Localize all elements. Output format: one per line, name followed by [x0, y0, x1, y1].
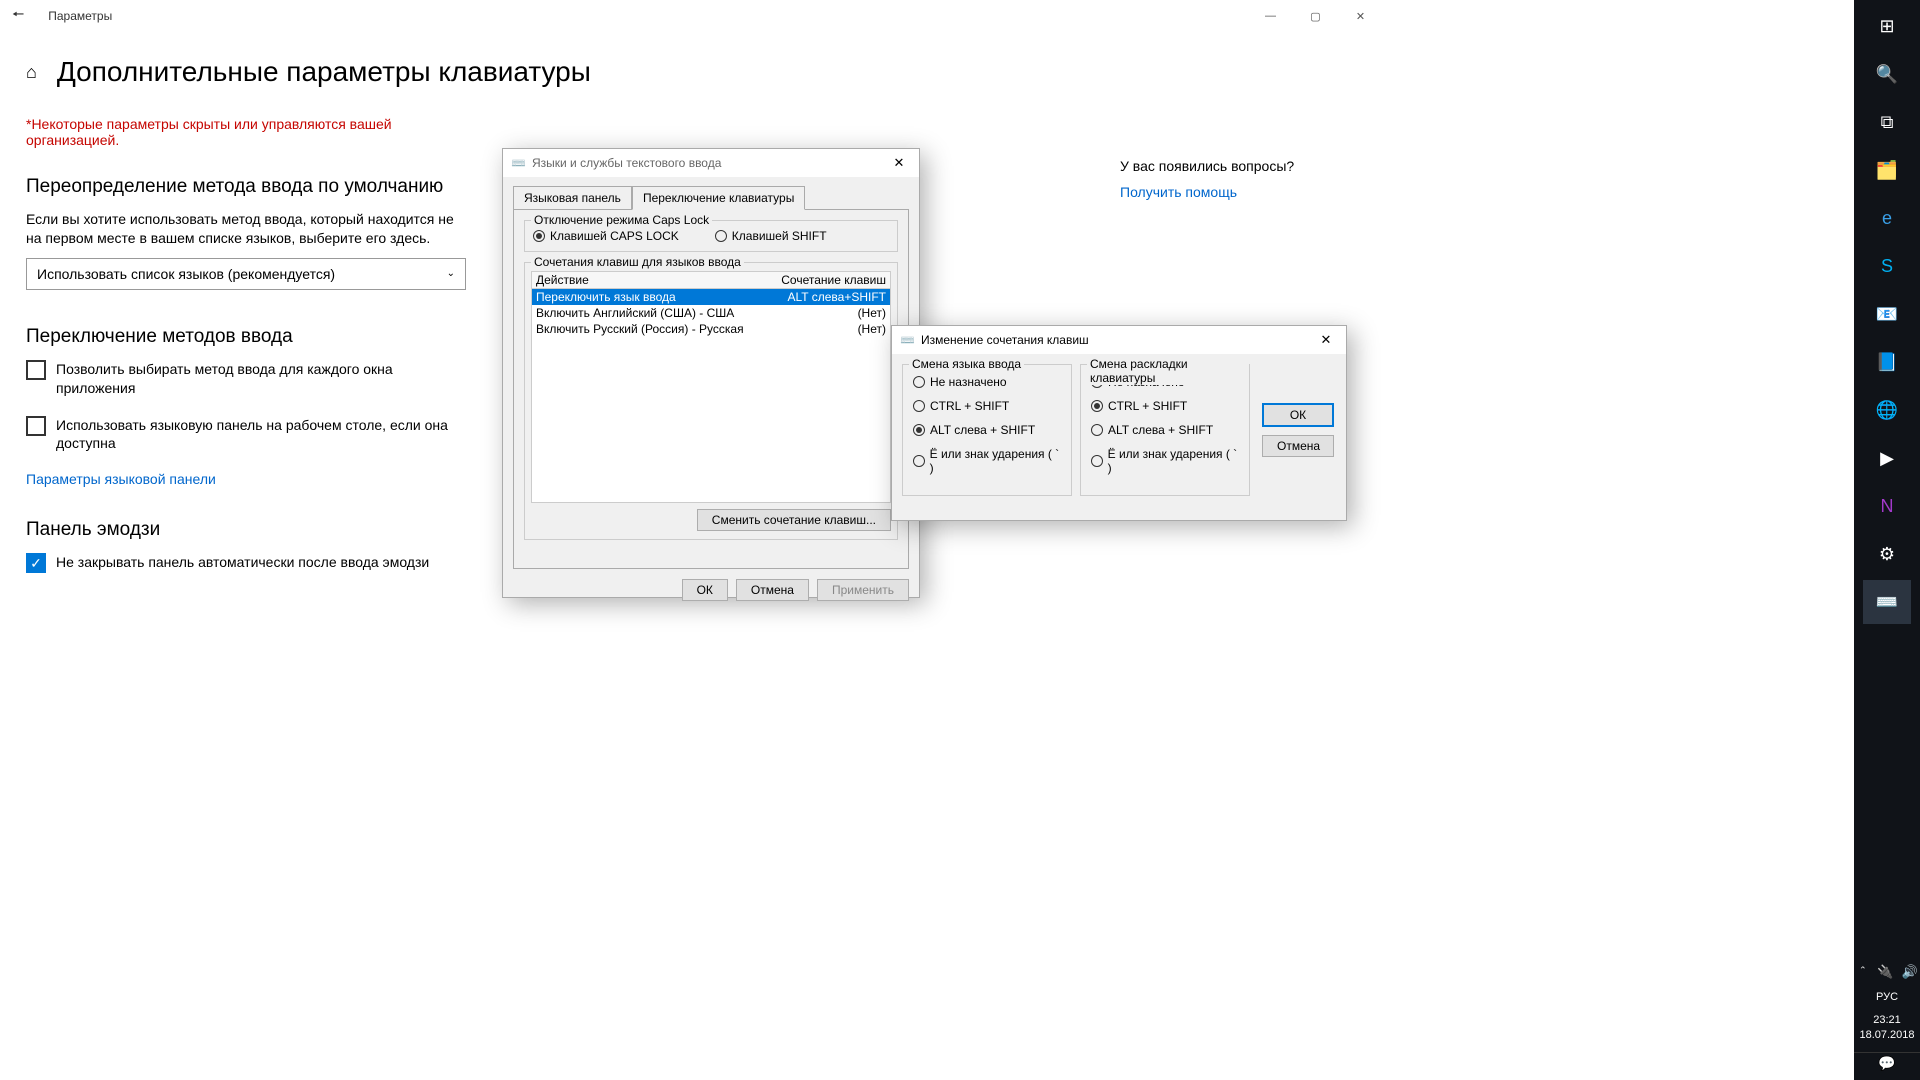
list-item: Переключить язык вводаALT слева+SHIFT	[532, 289, 890, 305]
tray-chevron-icon[interactable]: ＾	[1856, 964, 1869, 983]
tab-keyboard-switch[interactable]: Переключение клавиатуры	[632, 186, 805, 210]
edge-icon[interactable]: e	[1863, 196, 1911, 240]
main-content: *Некоторые параметры скрыты или управляю…	[26, 116, 466, 573]
col-shortcut: Сочетание клавиш	[781, 273, 886, 287]
chevron-down-icon: ⌄	[447, 268, 455, 279]
taskbar: ⊞ 🔍 ⧉ 🗂️ e S 📧 📘 🌐 ▶ N ⚙ ⌨️ ＾ 🔌 🔊 РУС 23…	[1854, 0, 1920, 1080]
dialog-tabs: Языковая панель Переключение клавиатуры	[513, 186, 919, 210]
tab-pane: Отключение режима Caps Lock Клавишей CAP…	[513, 209, 909, 569]
page-title: Дополнительные параметры клавиатуры	[57, 56, 591, 88]
dialog2-cancel-button[interactable]: Отмена	[1262, 435, 1334, 457]
keyboard-icon: ⌨️	[900, 333, 915, 347]
back-button[interactable]: 🠔	[12, 4, 24, 28]
tab-language-bar[interactable]: Языковая панель	[513, 186, 632, 210]
section-override-desc: Если вы хотите использовать метод ввода,…	[26, 210, 466, 248]
help-question: У вас появились вопросы?	[1120, 158, 1294, 174]
change-hotkey-dialog: ⌨️ Изменение сочетания клавиш ✕ Смена яз…	[891, 325, 1347, 521]
radio-lang-grave[interactable]	[913, 455, 925, 467]
onenote-icon[interactable]: N	[1863, 484, 1911, 528]
radio-lang-altshift[interactable]	[913, 424, 925, 436]
text-services-dialog: ⌨️ Языки и службы текстового ввода ✕ Язы…	[502, 148, 920, 598]
file-explorer-icon[interactable]: 🗂️	[1863, 148, 1911, 192]
help-panel: У вас появились вопросы? Получить помощь	[1120, 158, 1294, 200]
radio-lang-none[interactable]	[913, 376, 925, 388]
section-override-heading: Переопределение метода ввода по умолчани…	[26, 176, 466, 198]
hotkeys-header: Действие Сочетание клавиш	[531, 271, 891, 289]
checkbox-per-window[interactable]	[26, 360, 46, 380]
input-language-group: Смена языка ввода Не назначено CTRL + SH…	[902, 364, 1072, 496]
clock[interactable]: 23:21 18.07.2018	[1859, 1013, 1914, 1042]
radio-capslock-label: Клавишей CAPS LOCK	[550, 229, 679, 243]
hotkeys-group: Сочетания клавиш для языков ввода Действ…	[524, 262, 898, 540]
window-controls: — ▢ ✕	[1248, 0, 1383, 32]
dialog2-title: Изменение сочетания клавиш	[921, 333, 1089, 347]
default-input-combo[interactable]: Использовать список языков (рекомендуетс…	[26, 258, 466, 290]
list-item: Включить Английский (США) - США(Нет)	[532, 305, 890, 321]
checkbox-per-window-label: Позволить выбирать метод ввода для каждо…	[56, 360, 466, 398]
chrome-icon[interactable]: 🌐	[1863, 388, 1911, 432]
checkbox-language-bar-label: Использовать языковую панель на рабочем …	[56, 416, 466, 454]
maximize-button[interactable]: ▢	[1293, 0, 1338, 32]
dialog2-titlebar: ⌨️ Изменение сочетания клавиш ✕	[892, 326, 1346, 354]
keyboard-app-icon[interactable]: ⌨️	[1863, 580, 1911, 624]
layout-legend: Смена раскладки клавиатуры	[1087, 357, 1249, 385]
power-icon[interactable]: 🔌	[1877, 964, 1893, 983]
section-emoji-heading: Панель эмодзи	[26, 519, 466, 541]
keyboard-icon: ⌨️	[511, 156, 526, 170]
start-button[interactable]: ⊞	[1863, 4, 1911, 48]
skype-icon[interactable]: S	[1863, 244, 1911, 288]
hotkeys-list[interactable]: Переключить язык вводаALT слева+SHIFT Вк…	[531, 289, 891, 503]
minimize-button[interactable]: —	[1248, 0, 1293, 32]
radio-capslock[interactable]	[533, 230, 545, 242]
help-link[interactable]: Получить помощь	[1120, 184, 1294, 200]
input-language-legend: Смена языка ввода	[909, 357, 1024, 371]
radio-layout-ctrlshift[interactable]	[1091, 400, 1103, 412]
ok-button[interactable]: ОК	[682, 579, 728, 601]
radio-lang-ctrlshift[interactable]	[913, 400, 925, 412]
search-icon[interactable]: 🔍	[1863, 52, 1911, 96]
combo-value: Использовать список языков (рекомендуетс…	[37, 266, 335, 282]
checkbox-emoji-autoclose[interactable]: ✓	[26, 553, 46, 573]
settings-icon[interactable]: ⚙	[1863, 532, 1911, 576]
notes-icon[interactable]: 📘	[1863, 340, 1911, 384]
task-view-icon[interactable]: ⧉	[1863, 100, 1911, 144]
action-center-icon[interactable]: 💬	[1854, 1052, 1920, 1074]
change-hotkey-button[interactable]: Сменить сочетание клавиш...	[697, 509, 891, 531]
close-button[interactable]: ✕	[1338, 0, 1383, 32]
radio-layout-grave[interactable]	[1091, 455, 1103, 467]
outlook-icon[interactable]: 📧	[1863, 292, 1911, 336]
clock-date: 18.07.2018	[1859, 1028, 1914, 1042]
radio-shift-label: Клавишей SHIFT	[732, 229, 827, 243]
page-header: ⌂ Дополнительные параметры клавиатуры	[26, 56, 1383, 88]
capslock-group: Отключение режима Caps Lock Клавишей CAP…	[524, 220, 898, 252]
col-action: Действие	[536, 273, 589, 287]
app-icon[interactable]: ▶	[1863, 436, 1911, 480]
checkbox-language-bar[interactable]	[26, 416, 46, 436]
language-indicator[interactable]: РУС	[1876, 991, 1898, 1003]
radio-shift[interactable]	[715, 230, 727, 242]
language-bar-options-link[interactable]: Параметры языковой панели	[26, 471, 466, 487]
dialog-close-button[interactable]: ✕	[879, 149, 919, 177]
layout-group: Смена раскладки клавиатуры Не назначено …	[1080, 364, 1250, 496]
section-switch-heading: Переключение методов ввода	[26, 326, 466, 348]
home-icon[interactable]: ⌂	[26, 62, 37, 83]
window-title: Параметры	[48, 9, 112, 23]
volume-icon[interactable]: 🔊	[1902, 964, 1918, 983]
capslock-legend: Отключение режима Caps Lock	[531, 213, 712, 227]
radio-layout-altshift[interactable]	[1091, 424, 1103, 436]
clock-time: 23:21	[1859, 1013, 1914, 1027]
checkbox-emoji-autoclose-label: Не закрывать панель автоматически после …	[56, 553, 429, 572]
list-item: Включить Русский (Россия) - Русская(Нет)	[532, 321, 890, 337]
dialog-title: Языки и службы текстового ввода	[532, 156, 721, 170]
cancel-button[interactable]: Отмена	[736, 579, 809, 601]
system-tray: ＾ 🔌 🔊 РУС 23:21 18.07.2018 💬	[1854, 964, 1920, 1080]
dialog2-close-button[interactable]: ✕	[1306, 326, 1346, 354]
dialog-titlebar: ⌨️ Языки и службы текстового ввода ✕	[503, 149, 919, 177]
hotkeys-legend: Сочетания клавиш для языков ввода	[531, 255, 744, 269]
apply-button[interactable]: Применить	[817, 579, 909, 601]
policy-warning: *Некоторые параметры скрыты или управляю…	[26, 116, 466, 148]
titlebar: 🠔 Параметры	[0, 0, 1383, 32]
dialog2-ok-button[interactable]: ОК	[1262, 403, 1334, 427]
